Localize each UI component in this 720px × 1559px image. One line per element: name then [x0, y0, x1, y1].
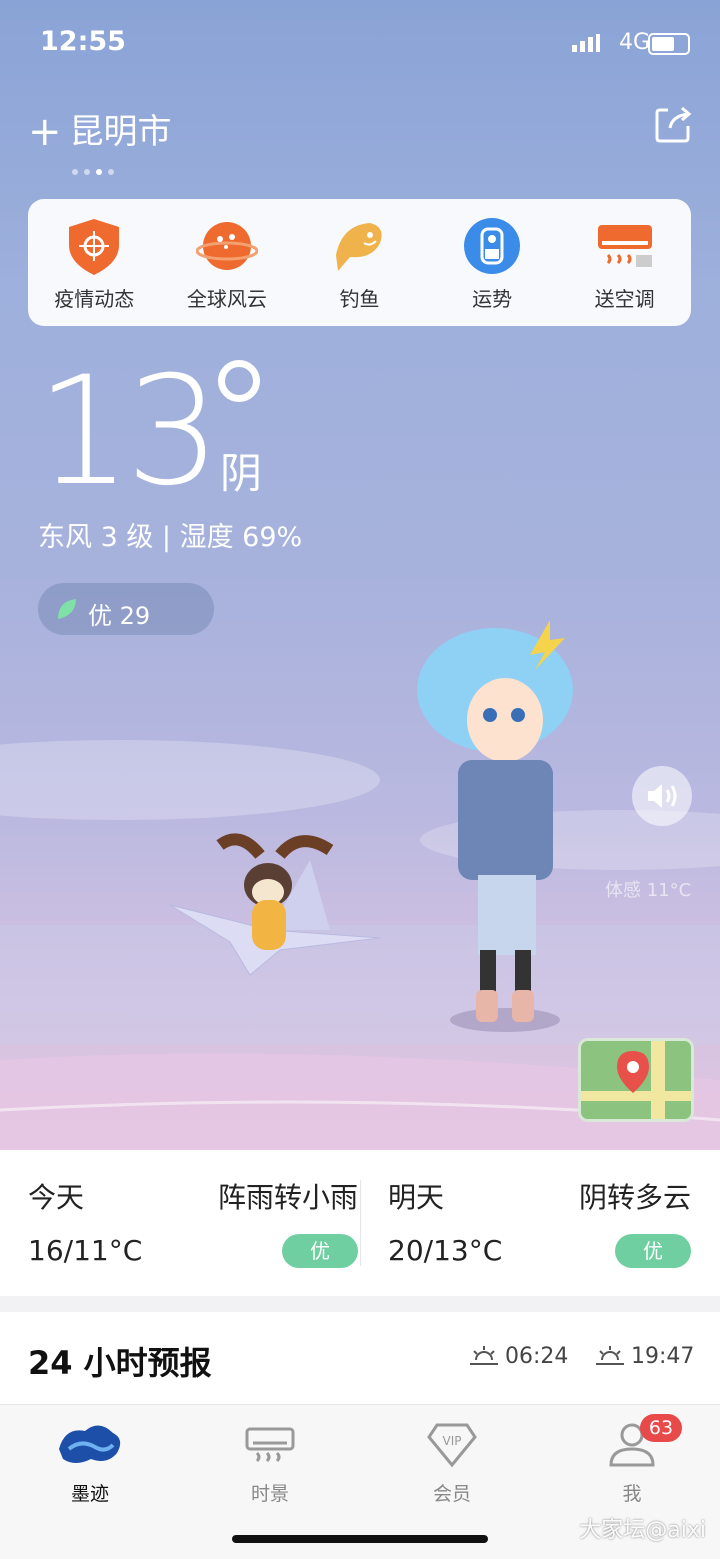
sunrise: 06:24 — [470, 1344, 568, 1369]
tab-label: 我 — [622, 1483, 642, 1505]
quick-action-fortune[interactable]: 运势 — [426, 199, 559, 326]
svg-text:VIP: VIP — [443, 1434, 462, 1448]
network-type: 4G — [618, 30, 650, 55]
quick-actions-bar: 疫情动态 全球风云 钓鱼 运势 送空调 — [28, 199, 691, 326]
quick-action-label: 运势 — [472, 287, 513, 311]
aqi-badge: 优 — [282, 1234, 358, 1268]
home-indicator[interactable] — [232, 1535, 488, 1543]
page-dot — [108, 169, 114, 175]
leaf-icon — [58, 599, 76, 619]
aqi-value: 优 29 — [88, 602, 151, 630]
planet-icon — [195, 222, 258, 270]
fish-icon — [336, 223, 383, 271]
sunset-icon — [596, 1346, 624, 1365]
moji-logo-icon — [59, 1425, 121, 1463]
add-city-icon[interactable]: + — [28, 109, 62, 155]
speaker-icon — [648, 784, 677, 808]
forecast-day: 明天 — [388, 1181, 445, 1214]
quick-action-label: 全球风云 — [186, 287, 267, 311]
status-bar: 12:55 4G — [0, 0, 720, 88]
city-selector[interactable]: + 昆明市 — [28, 104, 172, 155]
page-dot-active — [96, 169, 102, 175]
sunset-time: 19:47 — [631, 1344, 695, 1369]
forecast-day: 今天 — [28, 1181, 85, 1214]
scene-icon — [245, 1427, 295, 1463]
vip-icon: VIP — [427, 1423, 477, 1468]
city-name: 昆明市 — [69, 112, 172, 152]
forecast-range: 20/13°C — [388, 1234, 503, 1267]
quick-action-epidemic[interactable]: 疫情动态 — [28, 199, 161, 326]
page-indicator — [72, 160, 120, 179]
map-button[interactable] — [578, 1038, 694, 1122]
degree-symbol — [218, 360, 260, 402]
watermark: 大家坛@aixi — [579, 1518, 706, 1543]
tab-moji[interactable]: 墨迹 — [30, 1419, 150, 1506]
tab-vip[interactable]: VIP 会员 — [392, 1419, 512, 1506]
weather-girl-character — [417, 620, 573, 1032]
forecast-weather: 阴转多云 — [578, 1181, 691, 1214]
page-dot — [72, 169, 78, 175]
sunrise-time: 06:24 — [505, 1344, 569, 1369]
status-time: 12:55 — [40, 26, 126, 57]
fortune-icon — [464, 218, 521, 274]
battery-icon — [648, 33, 690, 55]
quick-action-label: 钓鱼 — [339, 287, 380, 311]
notification-badge: 63 — [640, 1414, 682, 1442]
aqi-pill[interactable]: 优 29 — [38, 583, 214, 635]
tab-label: 时景 — [250, 1483, 289, 1505]
voice-broadcast-button[interactable] — [632, 766, 692, 826]
cellular-signal-icon — [572, 34, 600, 52]
forecast-divider — [360, 1180, 361, 1266]
tab-label: 会员 — [432, 1483, 471, 1505]
aqi-badge: 优 — [615, 1234, 691, 1268]
share-icon[interactable] — [654, 104, 694, 144]
forecast-tomorrow[interactable]: 明天 阴转多云 20/13°C 优 — [388, 1150, 691, 1296]
crane-character — [169, 833, 381, 976]
map-pin-icon — [581, 1041, 691, 1119]
wind-humidity: 东风 3 级 | 湿度 69% — [38, 522, 303, 553]
quick-action-fishing[interactable]: 钓鱼 — [293, 199, 426, 326]
quick-action-global[interactable]: 全球风云 — [161, 199, 294, 326]
tab-label: 墨迹 — [70, 1483, 109, 1505]
forecast-today[interactable]: 今天 阵雨转小雨 16/11°C 优 — [28, 1150, 358, 1296]
sunset: 19:47 — [596, 1344, 694, 1369]
hourly-forecast-header: 24 小时预报 06:24 19:47 — [0, 1312, 720, 1404]
hourly-title: 24 小时预报 — [28, 1344, 212, 1382]
page-dot — [84, 169, 90, 175]
section-divider — [0, 1296, 720, 1312]
tab-scene[interactable]: 时景 — [210, 1419, 330, 1506]
quick-action-air-conditioner[interactable]: 送空调 — [558, 199, 691, 326]
epidemic-shield-icon — [69, 219, 120, 275]
current-temperature: 13 — [36, 345, 221, 519]
quick-action-label: 疫情动态 — [54, 287, 135, 311]
current-condition: 阴 — [220, 449, 263, 498]
forecast-range: 16/11°C — [28, 1234, 143, 1267]
sunrise-icon — [470, 1346, 498, 1365]
forecast-weather: 阵雨转小雨 — [217, 1181, 358, 1214]
quick-action-label: 送空调 — [594, 287, 655, 311]
feels-like: 体感 11°C — [605, 880, 692, 901]
air-conditioner-icon — [597, 225, 652, 267]
